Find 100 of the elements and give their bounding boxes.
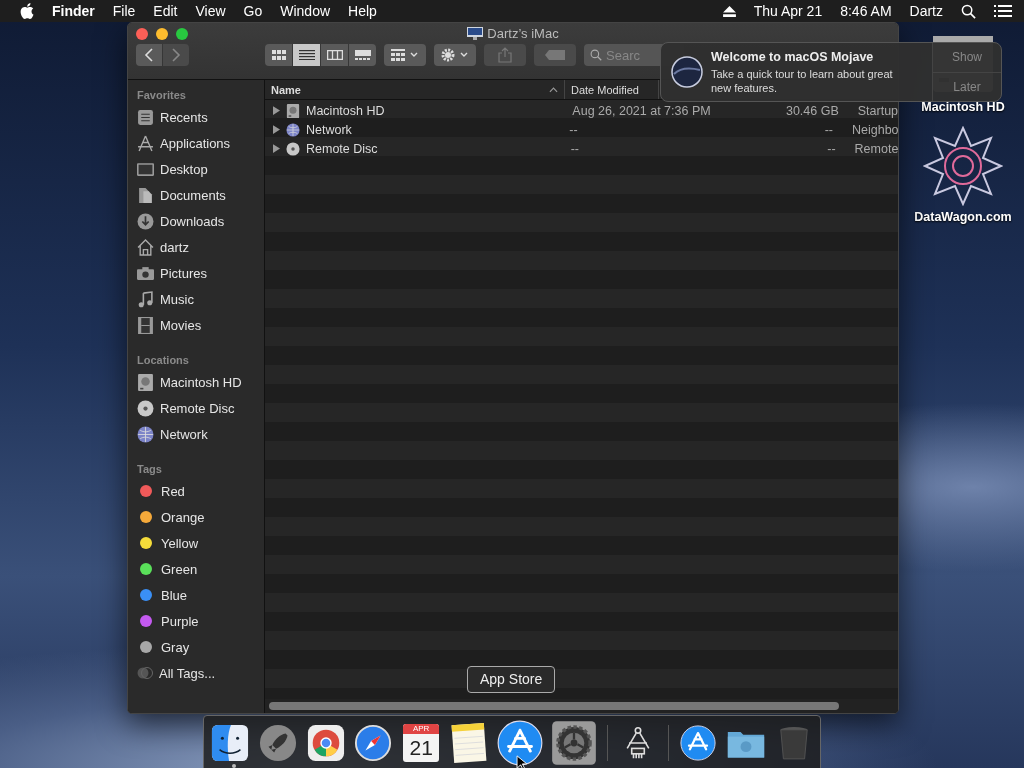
sidebar-item[interactable]: Yellow (137, 530, 264, 556)
sidebar-item[interactable]: Remote Disc (137, 395, 264, 421)
menu-item[interactable]: File (112, 3, 136, 19)
menu-user[interactable]: Dartz (909, 3, 943, 19)
menu-item[interactable]: Go (243, 3, 263, 19)
sidebar-heading: Tags (137, 462, 163, 477)
file-row[interactable]: Remote Disc -- -- Remote (265, 139, 898, 158)
scrollbar-thumb[interactable] (269, 702, 839, 710)
date-cell-text: -- (568, 122, 579, 137)
sidebar-item[interactable]: Documents (137, 182, 264, 208)
app-store-icon[interactable] (680, 725, 717, 761)
kind-cell-text: Remote (853, 141, 898, 156)
menu-time[interactable]: 8:46 AM (840, 3, 892, 19)
calendar-icon[interactable]: APR 21 (403, 724, 440, 762)
running-indicator (232, 764, 236, 768)
menu-item[interactable]: Window (280, 3, 331, 19)
browser-logo-icon[interactable] (306, 724, 345, 762)
sidebar-item[interactable]: Desktop (137, 156, 264, 182)
eject-icon[interactable] (722, 5, 736, 17)
sidebar-item[interactable]: dartz (137, 234, 264, 260)
sidebar-item[interactable]: Green (137, 556, 264, 582)
menu-app-name[interactable]: Finder (52, 3, 95, 19)
settings-button[interactable] (434, 44, 476, 66)
file-name: Macintosh HD (306, 103, 385, 118)
sidebar-item[interactable]: Pictures (137, 260, 264, 286)
sidebar-item[interactable]: All Tags... (137, 660, 264, 686)
sidebar-item[interactable]: Orange (137, 504, 264, 530)
sidebar-item[interactable]: Applications (137, 130, 264, 156)
sidebar-heading: Locations (137, 353, 190, 368)
menu-date[interactable]: Thu Apr 21 (753, 3, 823, 19)
search-icon[interactable] (961, 3, 976, 19)
disc-icon (286, 141, 300, 156)
date-cell-text: Aug 26, 2021 at 7:36 PM (571, 103, 712, 118)
desktop-icon-label[interactable]: DataWagon.com (914, 210, 1012, 224)
column-header[interactable]: Date Modified (565, 80, 659, 99)
size-cell-text: 30.46 GB (784, 103, 839, 118)
sidebar-item[interactable]: Blue (137, 582, 264, 608)
sidebar-item[interactable]: Recents (137, 104, 264, 130)
download-icon (137, 212, 154, 230)
star-pattern-icon[interactable] (923, 126, 1003, 206)
menu-item[interactable]: View (195, 3, 226, 19)
view-mode-button[interactable] (293, 44, 320, 66)
grid-icon (271, 50, 286, 60)
app-store-icon[interactable] (496, 720, 543, 766)
menu-item[interactable]: Edit (153, 3, 178, 19)
house-icon (137, 238, 154, 256)
column-header[interactable]: Name (265, 80, 565, 99)
recents-icon (137, 108, 154, 126)
gear-dropdown-icon (440, 47, 470, 63)
close-button[interactable] (136, 28, 148, 40)
date-cell-text: -- (569, 141, 580, 156)
compass-icon[interactable] (354, 724, 393, 762)
size-cell-text: -- (823, 122, 833, 137)
sidebar-item[interactable]: Movies (137, 312, 264, 338)
file-row[interactable]: Network -- -- Neighbo (265, 120, 898, 139)
apps-icon (137, 134, 154, 152)
tag-icon (545, 50, 565, 60)
calendar-day: 21 (409, 734, 433, 761)
disclosure-triangle-icon[interactable] (273, 144, 280, 153)
zoom-button[interactable] (176, 28, 188, 40)
notification-button[interactable]: Show (933, 43, 1001, 73)
globe-icon (286, 122, 300, 137)
sidebar-item[interactable]: Gray (137, 634, 264, 660)
sidebar-item[interactable]: Downloads (137, 208, 264, 234)
back-button[interactable] (136, 44, 162, 66)
view-mode-button[interactable] (349, 44, 376, 66)
sidebar-item[interactable]: Purple (137, 608, 264, 634)
globe-icon (137, 425, 154, 443)
disclosure-triangle-icon[interactable] (273, 106, 280, 115)
desktop-icon (137, 160, 154, 178)
desktop-icon-label[interactable]: Macintosh HD (921, 100, 1005, 114)
apple-logo-icon[interactable] (20, 3, 34, 19)
search-icon (590, 49, 602, 61)
gear-icon[interactable] (550, 720, 597, 766)
menu-item[interactable]: Help (348, 3, 377, 19)
minimize-button[interactable] (156, 28, 168, 40)
film-icon (137, 316, 154, 334)
notepad-icon[interactable] (449, 722, 488, 764)
music-note-icon (137, 290, 154, 308)
sidebar-item[interactable]: Macintosh HD (137, 369, 264, 395)
view-mode-button[interactable] (265, 44, 292, 66)
mouse-pointer-icon (516, 755, 527, 768)
rocket-icon[interactable] (258, 724, 297, 762)
list-menu-icon[interactable] (994, 4, 1012, 18)
notification-text: Take a quick tour to learn about great new features. (711, 66, 894, 95)
share-icon (498, 47, 512, 63)
smiling-face-icon[interactable] (210, 724, 249, 762)
calendar-month: APR (403, 724, 440, 734)
view-mode-button[interactable] (321, 44, 348, 66)
file-row[interactable]: Macintosh HD Aug 26, 2021 at 7:36 PM 30.46 GB Startup (265, 101, 898, 120)
list-icon (298, 50, 315, 60)
monitor-icon (467, 26, 484, 41)
sidebar-item[interactable]: Red (137, 478, 264, 504)
disclosure-triangle-icon[interactable] (273, 125, 280, 134)
sidebar-item[interactable]: Music (137, 286, 264, 312)
sidebar-item[interactable]: Network (137, 421, 264, 447)
tags-icon (137, 667, 153, 679)
group-button[interactable] (384, 44, 426, 66)
chevron-left-icon (144, 48, 154, 62)
kind-cell-text: Neighbo (851, 122, 898, 137)
